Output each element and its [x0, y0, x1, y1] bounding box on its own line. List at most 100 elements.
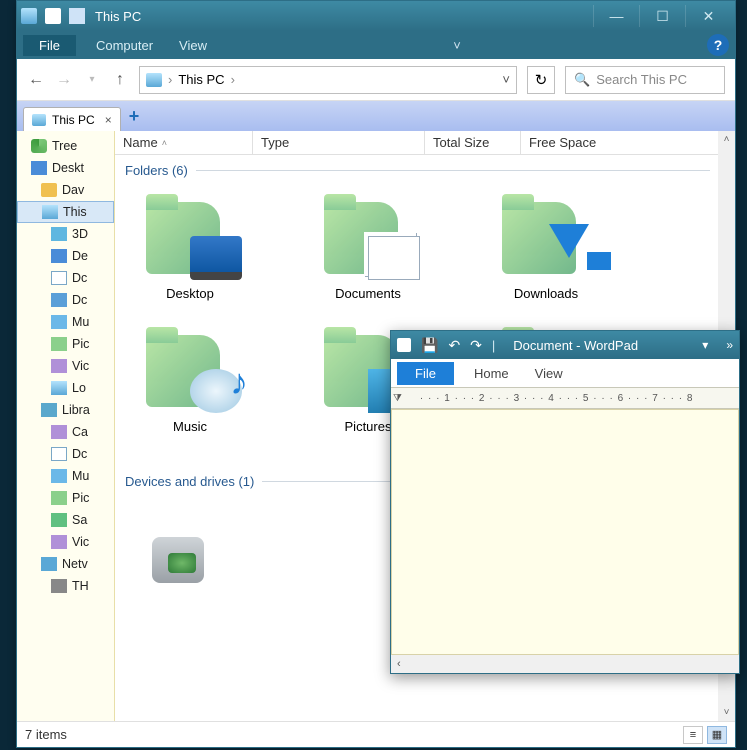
sidebar-item-label: Dc	[72, 271, 87, 285]
sidebar-item[interactable]: This	[17, 201, 114, 223]
tree-sidebar[interactable]: TreeDesktDavThis3DDeDcDcMuPicVicLoLibraC…	[17, 131, 115, 721]
col-name[interactable]: Name ˄	[115, 131, 253, 154]
sidebar-item[interactable]: TH	[17, 575, 114, 597]
maximize-button[interactable]: ☐	[639, 5, 685, 27]
wp-file-tab[interactable]: File	[397, 362, 454, 385]
back-button[interactable]: ←	[27, 71, 45, 89]
tree-icon	[31, 139, 47, 153]
horizontal-scrollbar[interactable]: ‹	[391, 655, 739, 673]
sidebar-item[interactable]: Mu	[17, 311, 114, 333]
sidebar-item[interactable]: Lo	[17, 377, 114, 399]
tab-strip: This PC × +	[17, 101, 735, 131]
sidebar-item[interactable]: Tree	[17, 135, 114, 157]
properties-icon[interactable]: ✓	[45, 8, 61, 24]
chevron-right-icon[interactable]: ›	[231, 72, 235, 87]
ruler[interactable]: ⧩ · · · 1 · · · 2 · · · 3 · · · 4 · · · …	[391, 387, 739, 409]
new-tab-button[interactable]: +	[129, 106, 140, 131]
details-view-button[interactable]: ≡	[683, 726, 703, 744]
tree-icon	[51, 249, 67, 263]
icons-view-button[interactable]: ▦	[707, 726, 727, 744]
tab-close-icon[interactable]: ×	[105, 113, 112, 127]
sidebar-item[interactable]: Pic	[17, 487, 114, 509]
window-controls: — ☐ ✕	[593, 5, 731, 27]
scroll-up-icon[interactable]: ˄	[718, 131, 735, 148]
breadcrumb[interactable]: This PC	[178, 72, 224, 87]
search-icon: 🔍	[574, 72, 590, 88]
wp-home-tab[interactable]: Home	[468, 362, 515, 385]
sidebar-item[interactable]: Deskt	[17, 157, 114, 179]
folder-desktop[interactable]: Desktop	[125, 192, 255, 301]
customize-qa-icon[interactable]: ▾	[702, 338, 708, 352]
refresh-button[interactable]: ↻	[527, 66, 555, 94]
sidebar-item[interactable]: Mu	[17, 465, 114, 487]
sidebar-item-label: This	[63, 205, 87, 219]
address-bar[interactable]: › This PC › ˅	[139, 66, 517, 94]
folder-documents[interactable]: Documents	[303, 192, 433, 301]
sidebar-item[interactable]: 3D	[17, 223, 114, 245]
recent-dropdown-icon[interactable]: ▾	[83, 74, 101, 85]
wordpad-sys-icon[interactable]: »	[726, 338, 733, 352]
sidebar-item[interactable]: Ca	[17, 421, 114, 443]
col-total[interactable]: Total Size	[425, 131, 521, 154]
sidebar-item-label: Tree	[52, 139, 77, 153]
sidebar-item[interactable]: Libra	[17, 399, 114, 421]
titlebar[interactable]: ✓ This PC — ☐ ✕	[17, 1, 735, 31]
group-folders-header[interactable]: Folders (6)˄	[125, 163, 725, 178]
sidebar-item[interactable]: Vic	[17, 355, 114, 377]
tree-icon	[51, 469, 67, 483]
minimize-button[interactable]: —	[593, 5, 639, 27]
tree-icon	[51, 447, 67, 461]
sidebar-item-label: De	[72, 249, 88, 263]
status-bar: 7 items ≡ ▦	[17, 721, 735, 747]
tree-icon	[51, 491, 67, 505]
view-tab[interactable]: View	[173, 35, 213, 56]
sidebar-item-label: Mu	[72, 315, 89, 329]
sidebar-item-label: 3D	[72, 227, 88, 241]
sidebar-item-label: Netv	[62, 557, 88, 571]
scroll-down-icon[interactable]: ˅	[718, 704, 735, 721]
file-tab[interactable]: File	[23, 35, 76, 56]
forward-button[interactable]: →	[55, 71, 73, 89]
redo-icon[interactable]: ↷	[470, 337, 482, 354]
sidebar-item[interactable]: De	[17, 245, 114, 267]
wordpad-titlebar[interactable]: 💾 ↶ ↷ | Document - WordPad ▾ »	[391, 331, 739, 359]
tree-icon	[51, 425, 67, 439]
indent-marker-icon[interactable]: ⧩	[391, 393, 404, 404]
col-free[interactable]: Free Space	[521, 131, 735, 154]
address-dropdown-icon[interactable]: ˅	[502, 72, 510, 87]
sidebar-item[interactable]: Vic	[17, 531, 114, 553]
folder-music[interactable]: Music	[125, 325, 255, 434]
search-input[interactable]: 🔍 Search This PC	[565, 66, 725, 94]
scroll-left-icon[interactable]: ‹	[391, 658, 407, 670]
sidebar-item[interactable]: Dc	[17, 267, 114, 289]
folder-downloads[interactable]: Downloads	[481, 192, 611, 301]
undo-icon[interactable]: ↶	[448, 337, 460, 354]
search-placeholder: Search This PC	[596, 72, 687, 87]
up-button[interactable]: ↑	[111, 71, 129, 89]
wordpad-title: Document - WordPad	[513, 338, 638, 353]
col-type[interactable]: Type	[253, 131, 425, 154]
chevron-right-icon[interactable]: ›	[168, 72, 172, 87]
new-folder-icon[interactable]	[69, 8, 85, 24]
document-canvas[interactable]	[391, 409, 739, 655]
computer-tab[interactable]: Computer	[90, 35, 159, 56]
tree-icon	[41, 403, 57, 417]
help-icon[interactable]: ?	[707, 34, 729, 56]
sidebar-item-label: Dc	[72, 447, 87, 461]
monitor-icon	[190, 236, 242, 280]
close-button[interactable]: ✕	[685, 5, 731, 27]
drive-local[interactable]	[125, 503, 255, 597]
sidebar-item[interactable]: Netv	[17, 553, 114, 575]
sidebar-item[interactable]: Sa	[17, 509, 114, 531]
sort-asc-icon: ˄	[162, 138, 167, 148]
ribbon-expand-icon[interactable]: ˅	[447, 35, 467, 56]
pc-icon	[32, 114, 46, 126]
sidebar-item-label: Vic	[72, 359, 89, 373]
sidebar-item[interactable]: Dc	[17, 289, 114, 311]
sidebar-item[interactable]: Dc	[17, 443, 114, 465]
tab-this-pc[interactable]: This PC ×	[23, 107, 121, 131]
save-icon[interactable]: 💾	[421, 337, 438, 354]
sidebar-item[interactable]: Dav	[17, 179, 114, 201]
sidebar-item[interactable]: Pic	[17, 333, 114, 355]
wp-view-tab[interactable]: View	[529, 362, 569, 385]
